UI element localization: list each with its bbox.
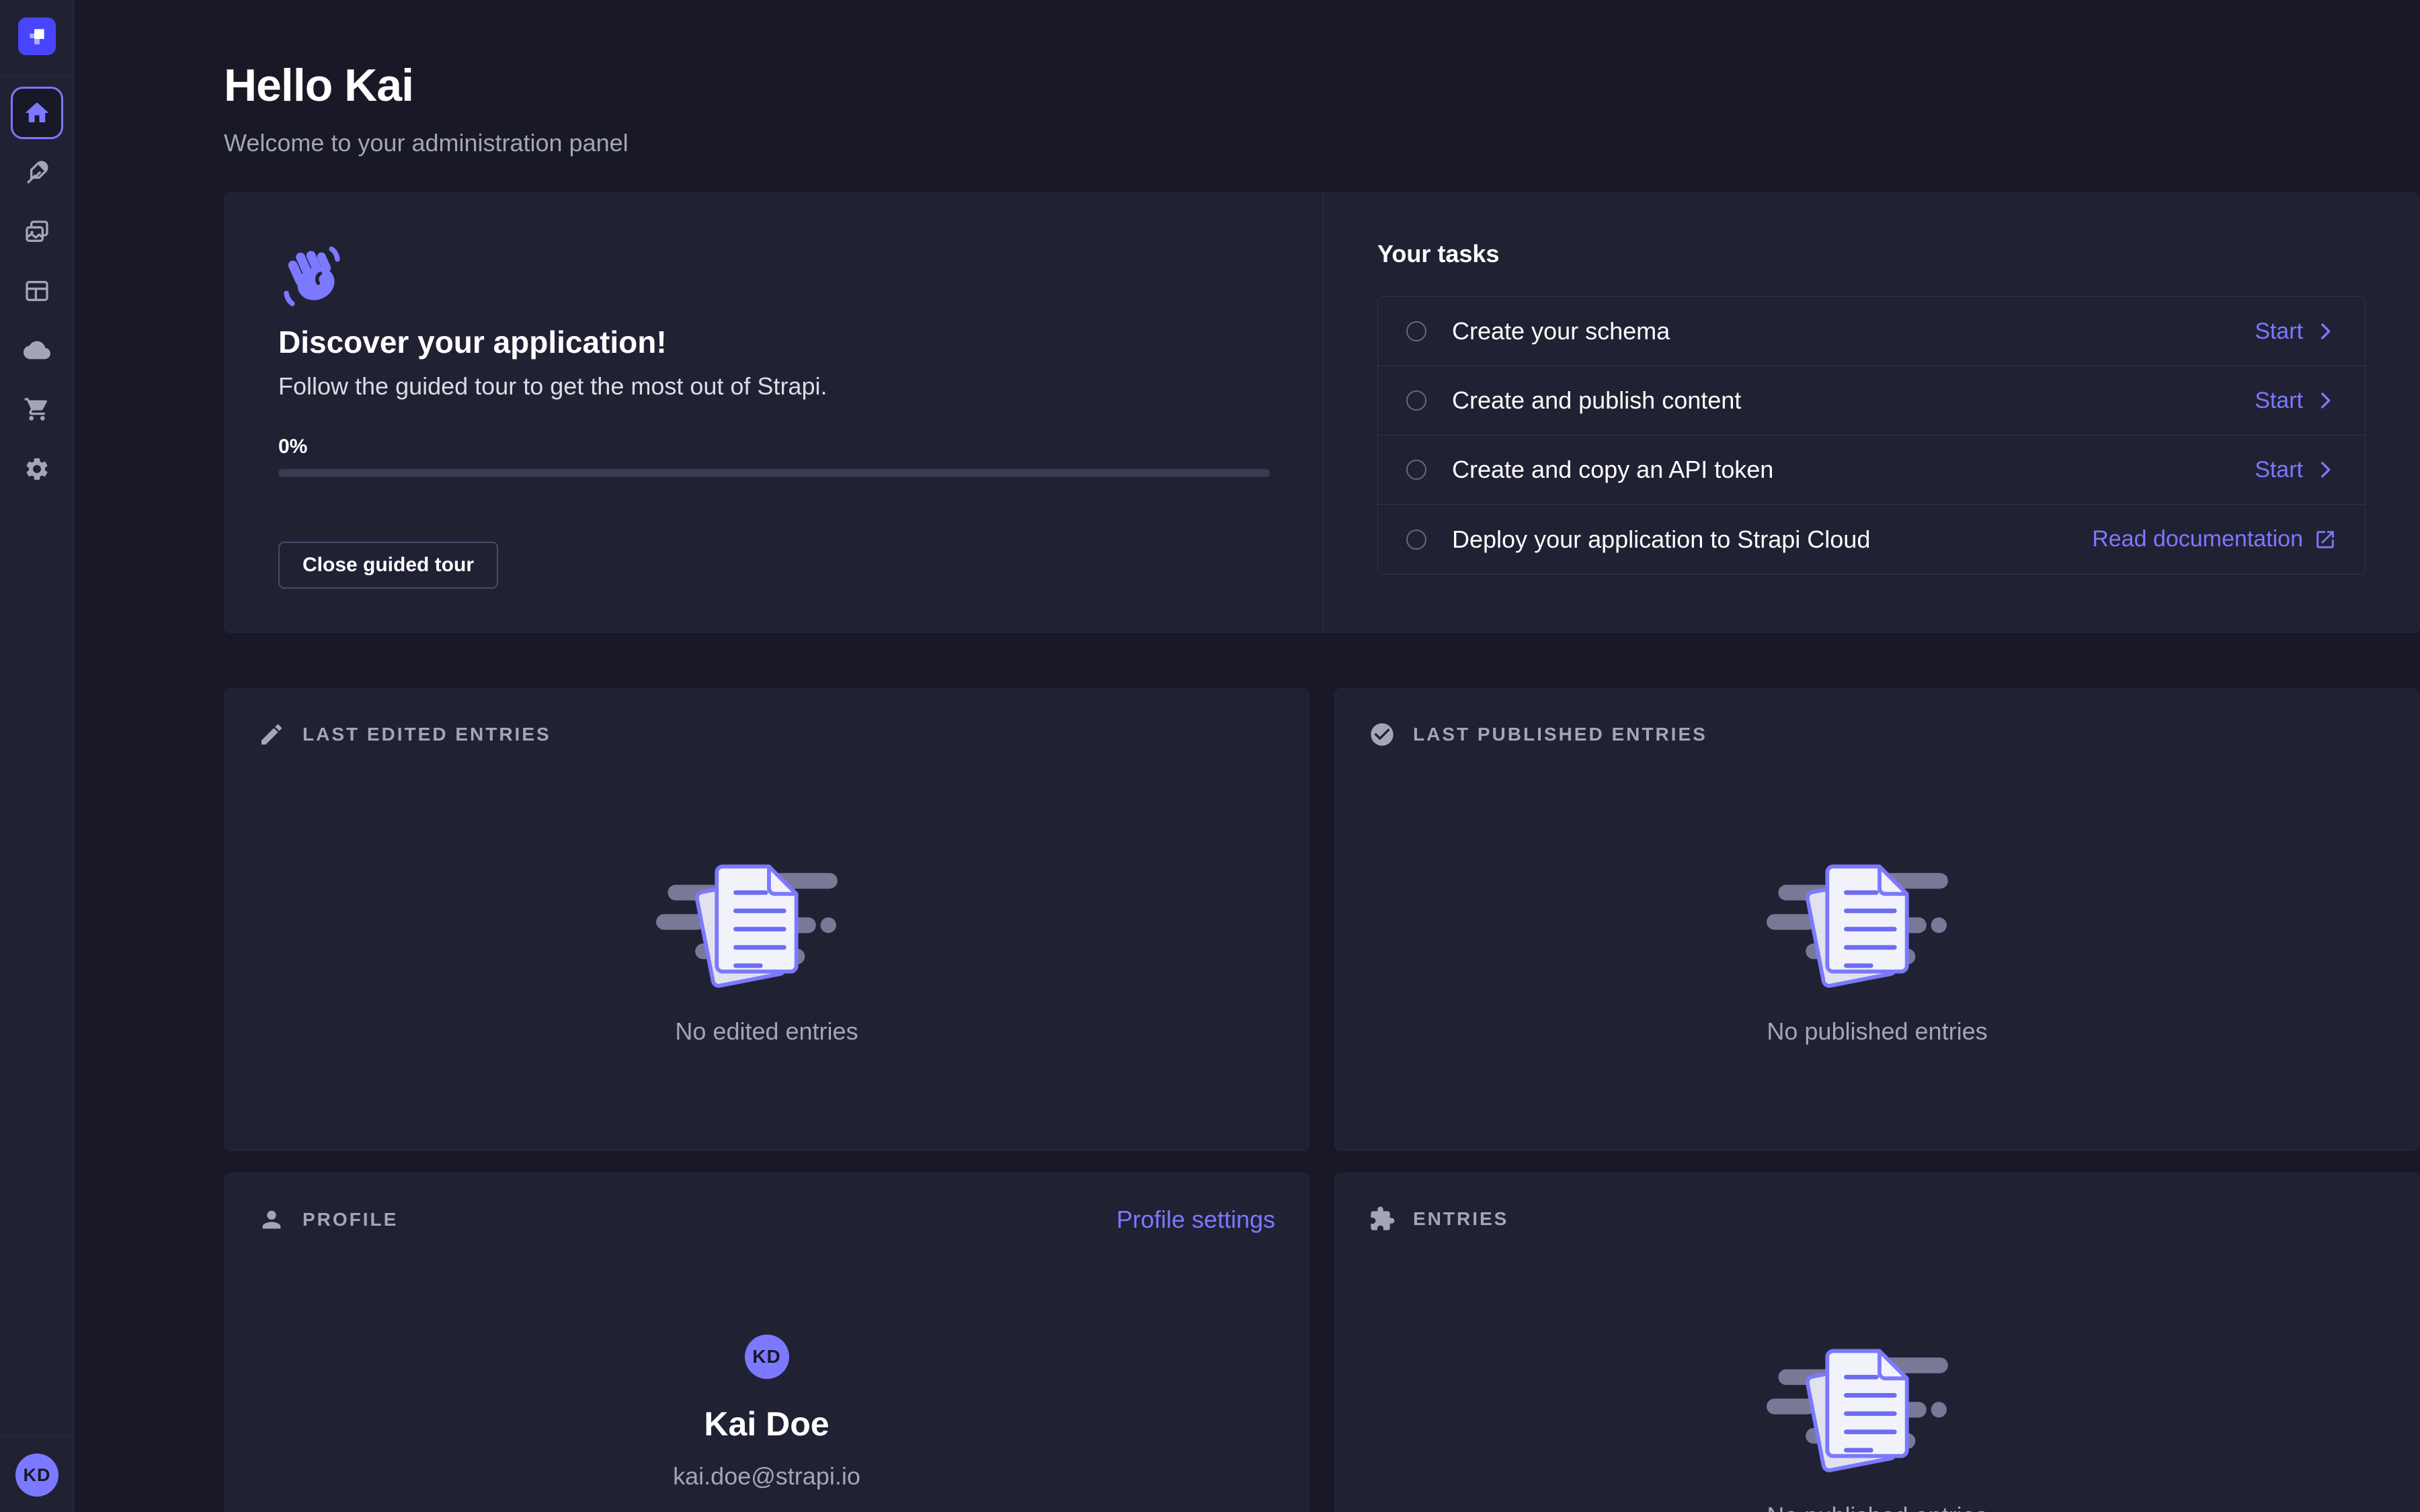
chevron-right-icon xyxy=(2314,320,2337,343)
task-start-link[interactable]: Start xyxy=(2255,319,2337,345)
task-row: Create your schema Start xyxy=(1378,297,2365,366)
profile-body: KD Kai Doe kai.doe@strapi.io xyxy=(258,1234,1275,1512)
task-start-link[interactable]: Start xyxy=(2255,388,2337,414)
empty-state-label: No published entries xyxy=(1767,1017,1987,1046)
task-label: Deploy your application to Strapi Cloud xyxy=(1452,526,1870,554)
tasks-list: Create your schema Start Create and publ… xyxy=(1377,296,2366,575)
task-status-circle-icon xyxy=(1406,390,1426,411)
user-avatar[interactable]: KD xyxy=(15,1454,58,1497)
gear-icon xyxy=(24,456,50,482)
user-icon xyxy=(258,1206,285,1233)
task-action-label: Start xyxy=(2255,388,2303,414)
sidebar-bottom-divider xyxy=(0,1435,74,1436)
widget-header: PROFILE Profile settings xyxy=(258,1206,1275,1234)
strapi-logo[interactable] xyxy=(18,17,56,55)
guided-tour-card: Discover your application! Follow the gu… xyxy=(224,192,2420,633)
chevron-right-icon xyxy=(2314,389,2337,412)
profile-initials: KD xyxy=(752,1346,780,1368)
sidebar: KD xyxy=(0,0,74,1512)
guided-tour-title: Discover your application! xyxy=(278,324,1269,360)
profile-name: Kai Doe xyxy=(704,1404,829,1443)
empty-state: No published entries xyxy=(1369,1232,2386,1512)
feather-pen-icon xyxy=(24,159,50,185)
page-title: Hello Kai xyxy=(224,59,629,112)
user-initials: KD xyxy=(24,1465,51,1486)
task-status-circle-icon xyxy=(1406,530,1426,550)
profile-settings-link[interactable]: Profile settings xyxy=(1117,1206,1275,1234)
profile-avatar: KD xyxy=(745,1335,789,1379)
task-action-label: Start xyxy=(2255,457,2303,483)
task-label: Create your schema xyxy=(1452,317,1670,345)
page-subtitle: Welcome to your administration panel xyxy=(224,129,629,157)
sidebar-item-marketplace[interactable] xyxy=(18,390,56,428)
widget-title: LAST EDITED ENTRIES xyxy=(302,724,551,745)
external-link-icon xyxy=(2314,528,2337,551)
sidebar-item-home[interactable] xyxy=(11,87,63,139)
read-documentation-link[interactable]: Read documentation xyxy=(2092,526,2337,552)
progress-bar xyxy=(278,469,1270,477)
empty-state-label: No published entries xyxy=(1767,1502,1987,1512)
close-guided-tour-button[interactable]: Close guided tour xyxy=(278,542,498,589)
task-label: Create and copy an API token xyxy=(1452,456,1773,484)
profile-widget: PROFILE Profile settings KD Kai Doe kai.… xyxy=(224,1173,1309,1512)
strapi-logo-icon xyxy=(26,26,48,47)
chevron-right-icon xyxy=(2314,458,2337,481)
widget-title: LAST PUBLISHED ENTRIES xyxy=(1413,724,1707,745)
entries-widget: ENTRIES No published entries xyxy=(1334,1173,2420,1512)
widget-header: LAST EDITED ENTRIES xyxy=(258,721,1275,748)
sidebar-item-content-manager[interactable] xyxy=(18,153,56,191)
check-circle-icon xyxy=(1369,721,1396,748)
task-row: Deploy your application to Strapi Cloud … xyxy=(1378,505,2365,574)
sidebar-item-settings[interactable] xyxy=(18,450,56,488)
sidebar-item-content-type-builder[interactable] xyxy=(18,272,56,310)
page-header: Hello Kai Welcome to your administration… xyxy=(224,59,629,157)
empty-state-label: No edited entries xyxy=(675,1017,858,1046)
empty-documents-illustration xyxy=(656,852,878,989)
images-icon xyxy=(24,218,50,245)
guided-tour-description: Follow the guided tour to get the most o… xyxy=(278,372,1269,401)
task-status-circle-icon xyxy=(1406,460,1426,480)
widget-header: LAST PUBLISHED ENTRIES xyxy=(1369,721,2386,748)
cloud-icon xyxy=(24,337,50,364)
task-label: Create and publish content xyxy=(1452,386,1741,415)
task-action-label: Read documentation xyxy=(2092,526,2303,552)
sidebar-item-media-library[interactable] xyxy=(18,213,56,251)
widget-title: PROFILE xyxy=(302,1209,398,1230)
progress-percent-label: 0% xyxy=(278,435,1269,458)
tasks-title: Your tasks xyxy=(1377,240,2366,268)
task-start-link[interactable]: Start xyxy=(2255,457,2337,483)
task-row: Create and copy an API token Start xyxy=(1378,435,2365,505)
sidebar-item-strapi-cloud[interactable] xyxy=(18,331,56,369)
widget-title: ENTRIES xyxy=(1413,1208,1508,1230)
last-published-entries-widget: LAST PUBLISHED ENTRIES No published entr… xyxy=(1334,688,2420,1151)
waving-hand-icon xyxy=(278,243,346,310)
pencil-icon xyxy=(258,721,285,748)
task-action-label: Start xyxy=(2255,319,2303,345)
home-icon xyxy=(23,99,51,127)
layout-icon xyxy=(24,278,50,304)
task-status-circle-icon xyxy=(1406,321,1426,341)
empty-state: No published entries xyxy=(1369,748,2386,1046)
tasks-section: Your tasks Create your schema Start Crea… xyxy=(1324,193,2419,632)
empty-documents-illustration xyxy=(1767,852,1988,989)
task-row: Create and publish content Start xyxy=(1378,366,2365,435)
profile-email: kai.doe@strapi.io xyxy=(673,1462,860,1490)
puzzle-piece-icon xyxy=(1369,1206,1396,1232)
main-content: Hello Kai Welcome to your administration… xyxy=(75,0,2420,1512)
last-edited-entries-widget: LAST EDITED ENTRIES No edited entries xyxy=(224,688,1309,1151)
shopping-cart-icon xyxy=(24,396,50,423)
widget-header: ENTRIES xyxy=(1369,1206,2386,1232)
empty-state: No edited entries xyxy=(258,748,1275,1046)
sidebar-divider xyxy=(0,75,74,76)
guided-tour-section: Discover your application! Follow the gu… xyxy=(225,193,1324,632)
empty-documents-illustration xyxy=(1767,1337,1988,1474)
